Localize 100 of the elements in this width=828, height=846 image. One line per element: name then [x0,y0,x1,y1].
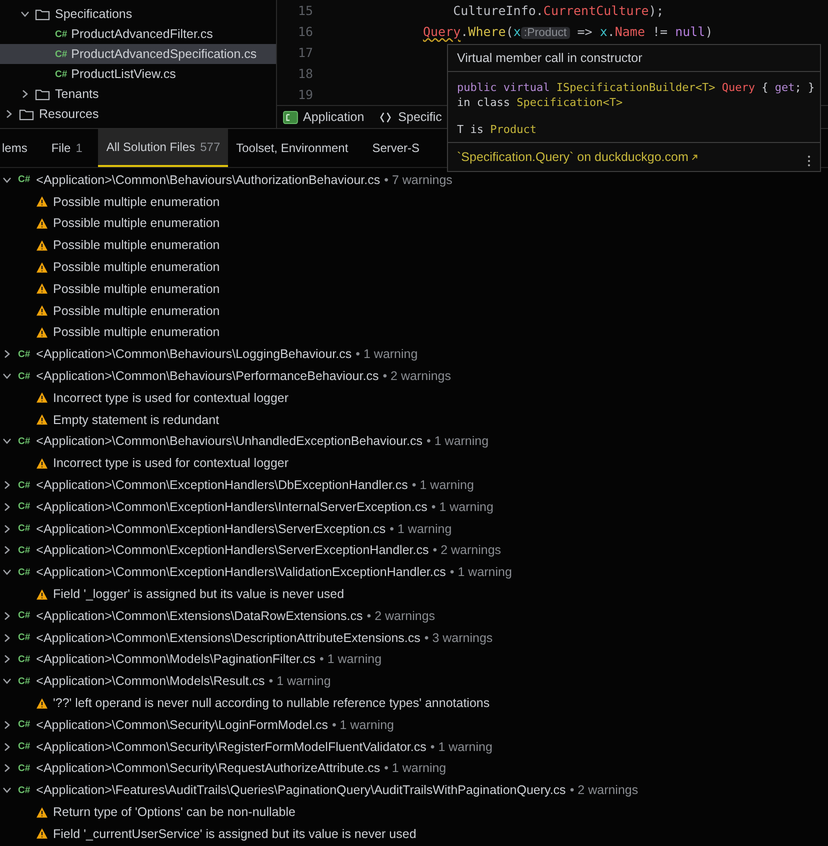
folder-item[interactable]: Resources [0,104,276,124]
type-text: T is Product [457,122,538,137]
file-path: <Application>\Common\Extensions\DescriptionAttributeExtensions.cs [36,630,420,645]
tab[interactable]: All Solution Files 577 [98,129,228,167]
file-row[interactable]: C# <Application>\Common\ExceptionHandlers\DbExceptionHandler.cs • 1 warning [0,474,828,496]
file-item[interactable]: C# ProductListView.cs [0,64,276,84]
warning-icon [36,698,48,709]
folder-icon [19,108,34,120]
csharp-label: C# [18,174,30,186]
folder-item[interactable]: Specifications [0,4,276,24]
file-row[interactable]: C# <Application>\Common\Security\LoginFormModel.cs • 1 warning [0,714,828,736]
warning-row[interactable]: '??' left operand is never null according to nullable reference types' annotations [0,692,828,714]
chevron-icon [2,349,12,360]
tab[interactable]: Toolset, Environment [228,129,356,167]
csharp-label: C# [18,784,30,796]
search-link[interactable]: `Specification.Query` on duckduckgo.com [457,150,688,164]
braces-icon [378,110,394,124]
warning-row[interactable]: Possible multiple enumeration [0,234,828,256]
file-row[interactable]: C# <Application>\Common\Behaviours\UnhandledExceptionBehaviour.cs • 1 warning [0,430,828,452]
file-row[interactable]: C# <Application>\Common\Extensions\DescriptionAttributeExtensions.cs • 3 warnings [0,626,828,649]
warning-row[interactable]: Possible multiple enumeration [0,256,828,278]
folder-name: Resources [39,107,99,121]
warning-row[interactable]: Return type of 'Options' can be non-nullable [0,801,828,823]
warning-count: • 2 warnings [432,543,502,558]
file-path: <Application>\Common\Behaviours\LoggingBehaviour.cs [36,347,352,362]
file-path: <Application>\Features\AuditTrails\Queries\PaginationQuery\AuditTrailsWithPaginationQuery.cs [36,783,566,798]
warning-row[interactable]: Possible multiple enumeration [0,300,828,322]
warning-icon [36,262,48,273]
file-row[interactable]: C# <Application>\Common\Behaviours\LoggingBehaviour.cs • 1 warning [0,343,828,366]
warning-row[interactable]: Possible multiple enumeration [0,322,828,344]
csharp-label: C# [18,654,30,665]
chevron-icon [2,502,12,512]
tab[interactable]: lems [0,129,36,167]
tab[interactable]: File 1 [43,129,90,167]
line-number: 19 [296,87,313,102]
line-number: 15 [296,3,313,18]
warning-row[interactable]: Possible multiple enumeration [0,212,828,234]
warning-icon [36,588,48,600]
file-row[interactable]: C# <Application>\Common\Behaviours\AuthorizationBehaviour.cs • 7 warnings [0,169,828,191]
folder-icon [35,88,50,100]
chevron-icon [2,436,12,446]
line-number: 17 [296,45,313,60]
code-line: Query.Where(x :Product => x.Name != null) [423,24,713,39]
file-row[interactable]: C# <Application>\Common\Models\Result.cs • 1 warning [0,670,828,692]
file-row[interactable]: C# <Application>\Common\ExceptionHandlers\ServerException.cs • 1 warning [0,518,828,540]
warning-count: • 1 warning [356,347,418,362]
chevron-icon [2,610,12,621]
file-path: <Application>\Common\Security\RegisterFormModelFluentValidator.cs [36,740,426,754]
warning-icon [36,458,48,469]
warning-icon [36,828,48,840]
warning-icon [36,240,48,251]
chevron-icon [2,785,12,796]
warning-row[interactable]: Possible multiple enumeration [0,278,828,300]
warning-count: • 1 warning [426,434,489,448]
file-path: <Application>\Common\ExceptionHandlers\ValidationExceptionHandler.cs [36,565,446,580]
file-row[interactable]: C# <Application>\Common\Models\PaginationFilter.cs • 1 warning [0,648,828,670]
file-path: <Application>\Common\ExceptionHandlers\ServerException.cs [36,522,386,536]
chevron-icon [2,742,12,752]
folder-icon [35,8,50,20]
chevron-icon [2,654,12,664]
chevron-icon [20,9,30,19]
breadcrumb[interactable]: Application [283,110,364,124]
file-path: <Application>\Common\Behaviours\UnhandledExceptionBehaviour.cs [36,434,423,448]
file-row[interactable]: C# <Application>\Common\Security\RequestAuthorizeAttribute.cs • 1 warning [0,758,828,780]
warning-row[interactable]: Field '_currentUserService' is assigned but its value is never used [0,822,828,845]
warning-icon [36,326,48,338]
csharp-label: C# [55,68,68,80]
warning-row[interactable]: Incorrect type is used for contextual logger [0,386,828,409]
warning-row[interactable]: Empty statement is redundant [0,408,828,431]
file-row[interactable]: C# <Application>\Features\AuditTrails\Queries\PaginationQuery\AuditTrailsWithPaginationQuery.cs • 2 warnings [0,779,828,802]
file-row[interactable]: C# <Application>\Common\ExceptionHandlers\ValidationExceptionHandler.cs • 1 warning [0,561,828,584]
more-icon[interactable] [807,155,811,167]
csharp-label: C# [18,348,30,360]
chevron-icon [2,763,12,774]
class-text: in class Specification<T> [457,95,624,110]
tab[interactable]: Server-S [364,129,428,167]
csharp-file-icon [283,110,298,124]
file-row[interactable]: C# <Application>\Common\Security\RegisterFormModelFluentValidator.cs • 1 warning [0,736,828,758]
warning-count: • 1 warning [384,761,446,776]
folder-name: Specifications [55,7,132,21]
file-item[interactable]: C# ProductAdvancedSpecification.cs [0,44,276,64]
warning-row[interactable]: Field '_logger' is assigned but its value is never used [0,583,828,605]
file-row[interactable]: C# <Application>\Common\Extensions\DataRowExtensions.cs • 2 warnings [0,604,828,627]
file-item[interactable]: C# ProductAdvancedFilter.cs [0,24,276,44]
csharp-label: C# [18,741,30,752]
file-path: <Application>\Common\Models\PaginationFilter.cs [36,652,316,666]
warning-icon [36,305,48,316]
breadcrumb[interactable]: Specific [378,110,442,124]
file-path: <Application>\Common\ExceptionHandlers\ServerExceptionHandler.cs [36,543,429,558]
folder-item[interactable]: Tenants [0,84,276,104]
csharp-label: C# [18,719,30,730]
warning-count: • 2 warnings [570,783,638,798]
warning-row[interactable]: Possible multiple enumeration [0,190,828,213]
code-line: CultureInfo.CurrentCulture); [452,3,664,18]
warning-row[interactable]: Incorrect type is used for contextual logger [0,452,828,474]
chevron-icon [2,524,12,534]
file-row[interactable]: C# <Application>\Common\ExceptionHandlers\ServerExceptionHandler.cs • 2 warnings [0,540,828,562]
file-row[interactable]: C# <Application>\Common\ExceptionHandlers\InternalServerException.cs • 1 warning [0,496,828,518]
warning-icon [36,196,48,208]
file-row[interactable]: C# <Application>\Common\Behaviours\PerformanceBehaviour.cs • 2 warnings [0,365,828,387]
